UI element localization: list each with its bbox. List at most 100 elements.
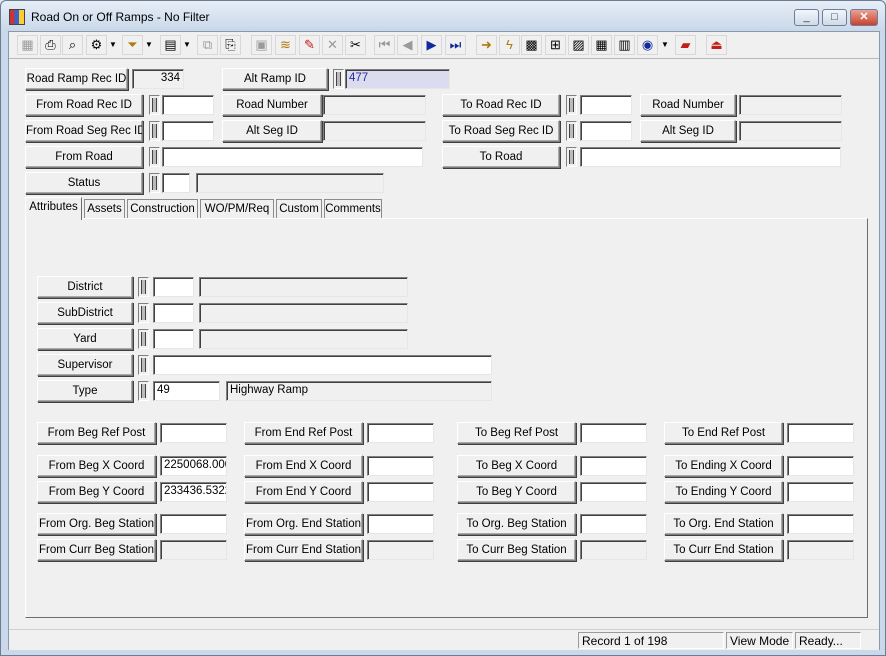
from-road-seg-rec-id-button[interactable]: From Road Seg Rec ID bbox=[25, 120, 143, 142]
delete-icon[interactable]: ✕ bbox=[322, 35, 343, 55]
globe-icon[interactable]: ◉ bbox=[637, 35, 658, 55]
to-road-button[interactable]: To Road bbox=[442, 146, 560, 168]
from-beg-y-coord-field[interactable]: 233436.5322 bbox=[160, 482, 227, 502]
new-icon[interactable]: ▦ bbox=[17, 35, 38, 55]
yard-button[interactable]: Yard bbox=[37, 328, 133, 350]
yard-code-field[interactable] bbox=[153, 329, 194, 349]
from-org-beg-station-button[interactable]: From Org. Beg Station bbox=[37, 513, 156, 535]
from-beg-ref-post-button[interactable]: From Beg Ref Post bbox=[37, 422, 156, 444]
from-end-x-coord-button[interactable]: From End X Coord bbox=[244, 455, 363, 477]
calculator-icon[interactable]: ▦ bbox=[591, 35, 612, 55]
supervisor-field[interactable] bbox=[153, 355, 492, 375]
to-road-seg-rec-id-field[interactable] bbox=[580, 121, 632, 141]
to-beg-ref-post-field[interactable] bbox=[580, 423, 647, 443]
from-end-y-coord-field[interactable] bbox=[367, 482, 434, 502]
type-button[interactable]: Type bbox=[37, 380, 133, 402]
to-ending-x-coord-button[interactable]: To Ending X Coord bbox=[664, 455, 783, 477]
stack-icon[interactable]: ≋ bbox=[275, 35, 296, 55]
from-beg-x-coord-button[interactable]: From Beg X Coord bbox=[37, 455, 156, 477]
from-end-ref-post-button[interactable]: From End Ref Post bbox=[244, 422, 363, 444]
lock-icon[interactable] bbox=[138, 329, 149, 349]
from-road-rec-id-field[interactable] bbox=[162, 95, 214, 115]
report-icon[interactable]: ▤ bbox=[160, 35, 181, 55]
to-beg-x-coord-button[interactable]: To Beg X Coord bbox=[457, 455, 576, 477]
last-record-icon[interactable]: ⏭ bbox=[445, 35, 466, 55]
to-org-beg-station-button[interactable]: To Org. Beg Station bbox=[457, 513, 576, 535]
from-beg-x-coord-field[interactable]: 2250068.000 bbox=[160, 456, 227, 476]
filter-dropdown-icon[interactable]: ▼ bbox=[144, 35, 154, 55]
prev-record-icon[interactable]: ◀ bbox=[397, 35, 418, 55]
from-curr-end-station-button[interactable]: From Curr End Station bbox=[244, 539, 363, 561]
book-icon[interactable]: ▰ bbox=[675, 35, 696, 55]
from-org-end-station-field[interactable] bbox=[367, 514, 434, 534]
close-button[interactable]: ✕ bbox=[850, 9, 878, 26]
lock-icon[interactable] bbox=[138, 303, 149, 323]
goto-arrow-icon[interactable]: ➜ bbox=[476, 35, 497, 55]
to-ending-x-coord-field[interactable] bbox=[787, 456, 854, 476]
chart-icon[interactable]: ▥ bbox=[614, 35, 635, 55]
to-road-field[interactable] bbox=[580, 147, 841, 167]
report-dropdown-icon[interactable]: ▼ bbox=[182, 35, 192, 55]
road-ramp-rec-id-button[interactable]: Road Ramp Rec ID bbox=[25, 68, 128, 90]
to-beg-y-coord-field[interactable] bbox=[580, 482, 647, 502]
cut-icon[interactable]: ✂ bbox=[345, 35, 366, 55]
tab-attributes[interactable]: Attributes bbox=[25, 197, 82, 220]
filter-icon[interactable]: ⏷ bbox=[122, 35, 143, 55]
map-layers-icon[interactable]: ▩ bbox=[521, 35, 542, 55]
picture-icon[interactable]: ▨ bbox=[568, 35, 589, 55]
type-code-field[interactable]: 49 bbox=[153, 381, 220, 401]
from-alt-seg-id-button[interactable]: Alt Seg ID bbox=[222, 120, 322, 142]
alt-ramp-id-button[interactable]: Alt Ramp ID bbox=[222, 68, 328, 90]
to-road-seg-rec-id-button[interactable]: To Road Seg Rec ID bbox=[442, 120, 560, 142]
lock-icon[interactable] bbox=[149, 95, 160, 115]
district-button[interactable]: District bbox=[37, 276, 133, 298]
tab-comments[interactable]: Comments bbox=[324, 199, 382, 219]
maximize-button[interactable]: □ bbox=[822, 9, 847, 26]
to-road-number-button[interactable]: Road Number bbox=[640, 94, 736, 116]
to-beg-ref-post-button[interactable]: To Beg Ref Post bbox=[457, 422, 576, 444]
tools-dropdown-icon[interactable]: ▼ bbox=[108, 35, 118, 55]
exit-icon[interactable]: ⏏ bbox=[706, 35, 727, 55]
from-end-ref-post-field[interactable] bbox=[367, 423, 434, 443]
lock-icon[interactable] bbox=[138, 381, 149, 401]
from-curr-beg-station-button[interactable]: From Curr Beg Station bbox=[37, 539, 156, 561]
lock-icon[interactable] bbox=[138, 277, 149, 297]
from-road-number-button[interactable]: Road Number bbox=[222, 94, 322, 116]
to-org-end-station-button[interactable]: To Org. End Station bbox=[664, 513, 783, 535]
from-road-rec-id-button[interactable]: From Road Rec ID bbox=[25, 94, 143, 116]
to-curr-beg-station-button[interactable]: To Curr Beg Station bbox=[457, 539, 576, 561]
lock-icon[interactable] bbox=[149, 121, 160, 141]
to-road-rec-id-button[interactable]: To Road Rec ID bbox=[442, 94, 560, 116]
alt-ramp-id-field[interactable]: 477 bbox=[345, 69, 450, 89]
to-curr-end-station-button[interactable]: To Curr End Station bbox=[664, 539, 783, 561]
lock-icon[interactable] bbox=[566, 147, 577, 167]
first-record-icon[interactable]: ⏮ bbox=[374, 35, 395, 55]
status-button[interactable]: Status bbox=[25, 172, 143, 194]
to-beg-x-coord-field[interactable] bbox=[580, 456, 647, 476]
from-org-end-station-button[interactable]: From Org. End Station bbox=[244, 513, 363, 535]
tab-wo-pm-req[interactable]: WO/PM/Req bbox=[200, 199, 274, 219]
supervisor-button[interactable]: Supervisor bbox=[37, 354, 133, 376]
to-ending-y-coord-button[interactable]: To Ending Y Coord bbox=[664, 481, 783, 503]
edit-icon[interactable]: ✎ bbox=[299, 35, 320, 55]
to-road-rec-id-field[interactable] bbox=[580, 95, 632, 115]
tab-construction[interactable]: Construction bbox=[127, 199, 198, 219]
from-beg-y-coord-button[interactable]: From Beg Y Coord bbox=[37, 481, 156, 503]
lock-icon[interactable] bbox=[566, 121, 577, 141]
lock-icon[interactable] bbox=[149, 173, 160, 193]
lock-icon[interactable] bbox=[333, 69, 344, 89]
print-icon[interactable]: ⎙ bbox=[40, 35, 61, 55]
lightning-icon[interactable]: ϟ bbox=[499, 35, 520, 55]
copy-icon[interactable]: ⧉ bbox=[197, 35, 218, 55]
from-road-seg-rec-id-field[interactable] bbox=[162, 121, 214, 141]
from-end-x-coord-field[interactable] bbox=[367, 456, 434, 476]
lock-icon[interactable] bbox=[566, 95, 577, 115]
tools-icon[interactable]: ⚙ bbox=[86, 35, 107, 55]
district-code-field[interactable] bbox=[153, 277, 194, 297]
from-end-y-coord-button[interactable]: From End Y Coord bbox=[244, 481, 363, 503]
to-ending-y-coord-field[interactable] bbox=[787, 482, 854, 502]
to-alt-seg-id-button[interactable]: Alt Seg ID bbox=[640, 120, 736, 142]
title-bar[interactable]: Road On or Off Ramps - No Filter _ □ ✕ bbox=[1, 1, 885, 31]
print-preview-icon[interactable]: ⌕ bbox=[62, 35, 83, 55]
lock-icon[interactable] bbox=[138, 355, 149, 375]
